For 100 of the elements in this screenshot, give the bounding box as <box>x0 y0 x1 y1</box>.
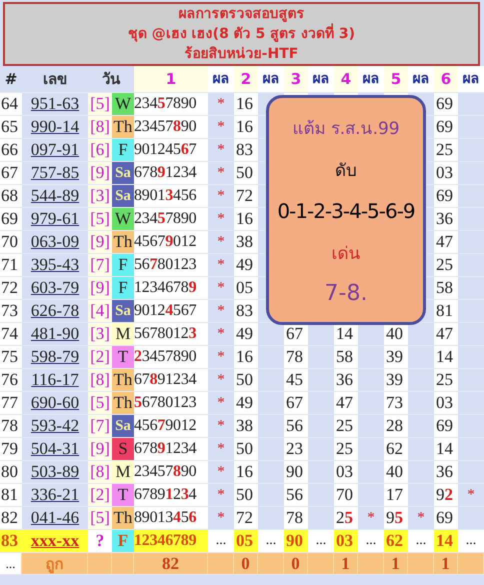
number-link[interactable]: 116-17 <box>31 370 79 389</box>
day-badge: Sa <box>112 185 134 208</box>
result-cell: 47 <box>434 231 458 254</box>
number-link[interactable]: 593-42 <box>30 416 80 435</box>
result-cell: 03 <box>434 392 458 415</box>
result-cell: 38 <box>234 415 258 438</box>
day-badge: Sa <box>112 300 134 323</box>
result-cell: 16 <box>234 346 258 369</box>
number-link[interactable]: 481-90 <box>30 324 80 343</box>
result-cell: 69 <box>434 415 458 438</box>
result-cell: 50 <box>234 369 258 392</box>
result-cell: 49 <box>234 254 258 277</box>
bracket-digit: [2] <box>88 346 112 369</box>
number-link[interactable]: 979-61 <box>30 209 80 228</box>
result-cell: 90 <box>284 530 308 553</box>
result-cell: 40 <box>384 323 408 346</box>
note-text: แต้ม ร.ส.น.99 <box>292 118 400 141</box>
row-number: 68 <box>0 185 22 208</box>
result-cell: 25 <box>434 139 458 162</box>
number-link[interactable]: 063-09 <box>30 232 80 251</box>
row-number: 83 <box>0 530 22 553</box>
digit-set: 23457890 <box>134 346 208 369</box>
result-cell: 69 <box>434 93 458 116</box>
number-link[interactable]: 598-79 <box>30 347 80 366</box>
column-header: ผล <box>308 66 334 93</box>
result-cell: 78 <box>284 507 308 530</box>
number-link[interactable]: 336-21 <box>30 485 80 504</box>
day-badge: Th <box>112 231 134 254</box>
bracket-digit: [9] <box>88 162 112 185</box>
ellipsis-cell: ... <box>258 530 284 553</box>
number-link[interactable]: 097-91 <box>30 140 80 159</box>
column-header: 5 <box>384 66 408 93</box>
number-link[interactable]: 504-31 <box>30 439 80 458</box>
column-header: 1 <box>134 66 208 93</box>
result-cell: 25 <box>434 369 458 392</box>
result-cell: 72 <box>234 507 258 530</box>
number-link[interactable]: 757-85 <box>30 163 80 182</box>
digit-set: 90124567 <box>134 139 208 162</box>
row-number: 67 <box>0 162 22 185</box>
note-text: 0-1-2-3-4-5-6-9 <box>277 198 415 223</box>
row-number: 69 <box>0 208 22 231</box>
row-number: 71 <box>0 254 22 277</box>
result-cell: 72 <box>234 185 258 208</box>
result-cell: 25 <box>334 415 358 438</box>
number-link[interactable]: 951-63 <box>30 94 80 113</box>
result-cell: 69 <box>434 507 458 530</box>
number-link[interactable]: 690-60 <box>30 393 80 412</box>
result-cell: 56 <box>284 415 308 438</box>
total-count: 1 <box>434 553 458 575</box>
digit-set: 67891234 <box>134 438 208 461</box>
result-cell: 05 <box>234 277 258 300</box>
result-cell: 03 <box>334 530 358 553</box>
number-link[interactable]: 990-14 <box>30 117 80 136</box>
result-cell: 47 <box>334 392 358 415</box>
number-link[interactable]: 603-79 <box>30 278 80 297</box>
ellipsis-cell: ... <box>358 530 384 553</box>
day-badge: W <box>112 208 134 231</box>
row-number: 81 <box>0 484 22 507</box>
bracket-digit: [7] <box>88 254 112 277</box>
digit-set: 23457890 <box>134 208 208 231</box>
bracket-digit: [5] <box>88 507 112 530</box>
number-link[interactable]: 503-89 <box>30 462 80 481</box>
bracket-digit: [5] <box>88 93 112 116</box>
result-cell: 67 <box>284 323 308 346</box>
digit-set: 90124567 <box>134 300 208 323</box>
column-header: 4 <box>334 66 358 93</box>
bracket-digit: [7] <box>88 415 112 438</box>
result-cell: 69 <box>434 116 458 139</box>
ellipsis-cell: ... <box>408 530 434 553</box>
total-count: 0 <box>284 553 308 575</box>
day-badge: F <box>112 277 134 300</box>
number-link[interactable]: 041-46 <box>30 508 80 527</box>
result-cell: 78 <box>284 346 308 369</box>
result-cell: 81 <box>434 300 458 323</box>
number-link[interactable]: 544-89 <box>30 186 80 205</box>
digit-set: 45679012 <box>134 231 208 254</box>
total-count: 82 <box>134 553 208 575</box>
digit-set: 56780123 <box>134 323 208 346</box>
title-line: ผลการตรวจสอบสูตร <box>178 5 304 23</box>
day-badge: T <box>112 346 134 369</box>
number-link[interactable]: 395-43 <box>30 255 80 274</box>
bracket-digit: [8] <box>88 369 112 392</box>
day-badge: Th <box>112 507 134 530</box>
result-cell: 73 <box>384 392 408 415</box>
row-number: 65 <box>0 116 22 139</box>
row-number: 73 <box>0 300 22 323</box>
result-cell: 36 <box>334 369 358 392</box>
bracket-digit: [9] <box>88 277 112 300</box>
result-cell: 47 <box>434 323 458 346</box>
result-cell: 25 <box>334 507 358 530</box>
digit-set: 89013456 <box>134 185 208 208</box>
bracket-digit: [9] <box>88 231 112 254</box>
day-badge: Th <box>112 116 134 139</box>
row-number: 66 <box>0 139 22 162</box>
result-cell: 83 <box>234 139 258 162</box>
result-cell: 49 <box>234 392 258 415</box>
number-link[interactable]: 626-78 <box>30 301 80 320</box>
digit-set: 56780123 <box>134 254 208 277</box>
digit-set: 12346789 <box>134 277 208 300</box>
result-cell: 56 <box>284 484 308 507</box>
